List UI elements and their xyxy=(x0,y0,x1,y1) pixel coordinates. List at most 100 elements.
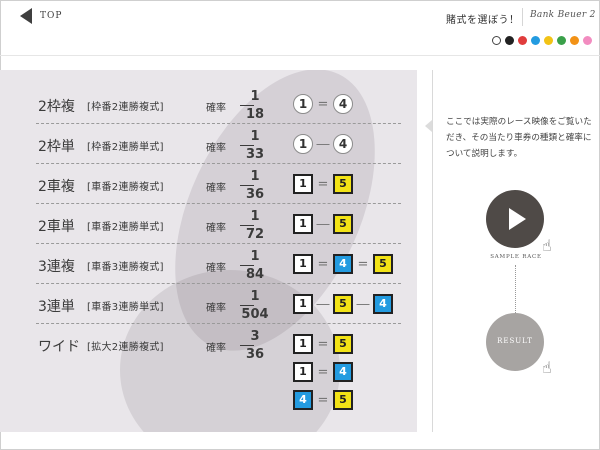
result-label: RESULT xyxy=(497,337,533,345)
operator: = xyxy=(317,336,329,352)
car-number-box: 4 xyxy=(333,254,353,274)
bet-type-name: 3連複 xyxy=(38,259,75,275)
car-number-box: 5 xyxy=(333,390,353,410)
description-text: ここでは実際のレース映像をご覧いただき、その当たり車券の種類と確率について説明し… xyxy=(446,117,592,159)
car-number-box: 5 xyxy=(333,294,353,314)
car-number-box: 5 xyxy=(333,214,353,234)
bet-type-subtitle: [車番3連勝複式] xyxy=(87,262,164,273)
combination: 1 ― 5 ― 4 xyxy=(293,294,393,314)
numerator: 1 xyxy=(250,249,260,264)
numerator: 1 xyxy=(250,129,260,144)
bet-type-row: 2枠複 [枠番2連勝複式] 確率 1 18 1 = 4 xyxy=(0,84,417,124)
car-number-box: 4 xyxy=(373,294,393,314)
car-number-box: 1 xyxy=(293,214,313,234)
connector-line xyxy=(515,265,516,313)
color-dot[interactable] xyxy=(583,36,592,45)
brand-logo: Bank Beuer 2 xyxy=(530,10,596,20)
car-number-box: 1 xyxy=(293,294,313,314)
bet-type-subtitle: [枠番2連勝複式] xyxy=(87,102,164,113)
car-number-box: 5 xyxy=(333,174,353,194)
play-icon xyxy=(509,208,526,230)
color-dot[interactable] xyxy=(570,36,579,45)
car-number-box: 4 xyxy=(333,362,353,382)
denominator: 36 xyxy=(245,347,265,362)
car-number-box: 1 xyxy=(293,254,313,274)
probability-fraction: 1 18 xyxy=(240,89,270,122)
bet-type-name: 3連単 xyxy=(38,299,75,315)
header-rule xyxy=(0,55,600,56)
numerator: 1 xyxy=(250,289,260,304)
frame-number-circle: 4 xyxy=(333,134,353,154)
operator: ― xyxy=(316,216,330,232)
bet-type-name: 2車複 xyxy=(38,179,75,195)
car-number-box: 1 xyxy=(293,334,313,354)
denominator: 72 xyxy=(245,227,265,242)
top-button[interactable]: TOP xyxy=(20,8,62,24)
operator: = xyxy=(317,364,329,380)
fraction-bar xyxy=(240,105,254,106)
combination: 4 = 5 xyxy=(293,390,353,410)
operator: = xyxy=(357,256,369,272)
probability-fraction: 1 84 xyxy=(240,249,270,282)
combination: 1 = 5 xyxy=(293,334,353,354)
operator: = xyxy=(317,256,329,272)
probability-fraction: 3 36 xyxy=(240,329,270,362)
operator: = xyxy=(317,96,329,112)
bet-type-subtitle: [枠番2連勝単式] xyxy=(87,142,164,153)
bet-type-subtitle: [車番2連勝複式] xyxy=(87,182,164,193)
operator: ― xyxy=(316,296,330,312)
bet-type-subtitle: [車番2連勝単式] xyxy=(87,222,164,233)
vertical-divider xyxy=(432,70,433,432)
callout-pointer xyxy=(425,120,432,132)
operator: = xyxy=(317,176,329,192)
fraction-bar xyxy=(240,305,254,306)
combination: 1 ― 4 xyxy=(293,134,353,154)
hand-pointer-icon: ☝ xyxy=(542,236,552,255)
denominator: 84 xyxy=(245,267,265,282)
frame-number-circle: 1 xyxy=(293,134,313,154)
color-dot[interactable] xyxy=(544,36,553,45)
sample-race-label: SAMPLE RACE xyxy=(490,254,542,260)
result-button[interactable]: RESULT xyxy=(486,313,544,371)
sample-race-play-button[interactable] xyxy=(486,190,544,248)
denominator: 18 xyxy=(245,107,265,122)
numerator: 1 xyxy=(250,169,260,184)
operator: = xyxy=(317,392,329,408)
color-dot[interactable] xyxy=(505,36,514,45)
fraction-bar xyxy=(240,265,254,266)
car-number-box: 1 xyxy=(293,362,313,382)
fraction-bar xyxy=(240,185,254,186)
header-divider xyxy=(522,8,523,26)
color-dot[interactable] xyxy=(531,36,540,45)
operator: ― xyxy=(356,296,370,312)
color-dot[interactable] xyxy=(518,36,527,45)
probability-label: 確率 xyxy=(206,303,226,314)
combination: 1 = 4 = 5 xyxy=(293,254,393,274)
bet-type-name: 2枠単 xyxy=(38,139,75,155)
back-arrow-icon xyxy=(20,8,32,24)
fraction-bar xyxy=(240,345,254,346)
operator: ― xyxy=(316,136,330,152)
bet-type-row: 2車単 [車番2連勝単式] 確率 1 72 1 ― 5 xyxy=(0,204,417,244)
bet-type-panel: 2枠複 [枠番2連勝複式] 確率 1 18 1 = 4 2枠単 [枠番2連勝単式] 確率 1 33 1 ― 4… xyxy=(0,70,417,432)
bet-type-name: 2車単 xyxy=(38,219,75,235)
color-dot[interactable] xyxy=(557,36,566,45)
denominator: 36 xyxy=(245,187,265,202)
hand-pointer-icon: ☝ xyxy=(542,358,552,377)
combination: 1 = 4 xyxy=(293,362,353,382)
top-label: TOP xyxy=(40,11,63,21)
probability-label: 確率 xyxy=(206,263,226,274)
numerator: 1 xyxy=(250,89,260,104)
car-number-box: 1 xyxy=(293,174,313,194)
denominator: 504 xyxy=(241,307,269,322)
bet-type-subtitle: [車番3連勝単式] xyxy=(87,302,164,313)
probability-label: 確率 xyxy=(206,143,226,154)
probability-fraction: 1 504 xyxy=(240,289,270,322)
probability-label: 確率 xyxy=(206,103,226,114)
combination: 1 ― 5 xyxy=(293,214,353,234)
fraction-bar xyxy=(240,145,254,146)
page-title: 賭式を選ぼう！ xyxy=(446,15,520,26)
frame-number-circle: 1 xyxy=(293,94,313,114)
fraction-bar xyxy=(240,225,254,226)
color-dot[interactable] xyxy=(492,36,501,45)
